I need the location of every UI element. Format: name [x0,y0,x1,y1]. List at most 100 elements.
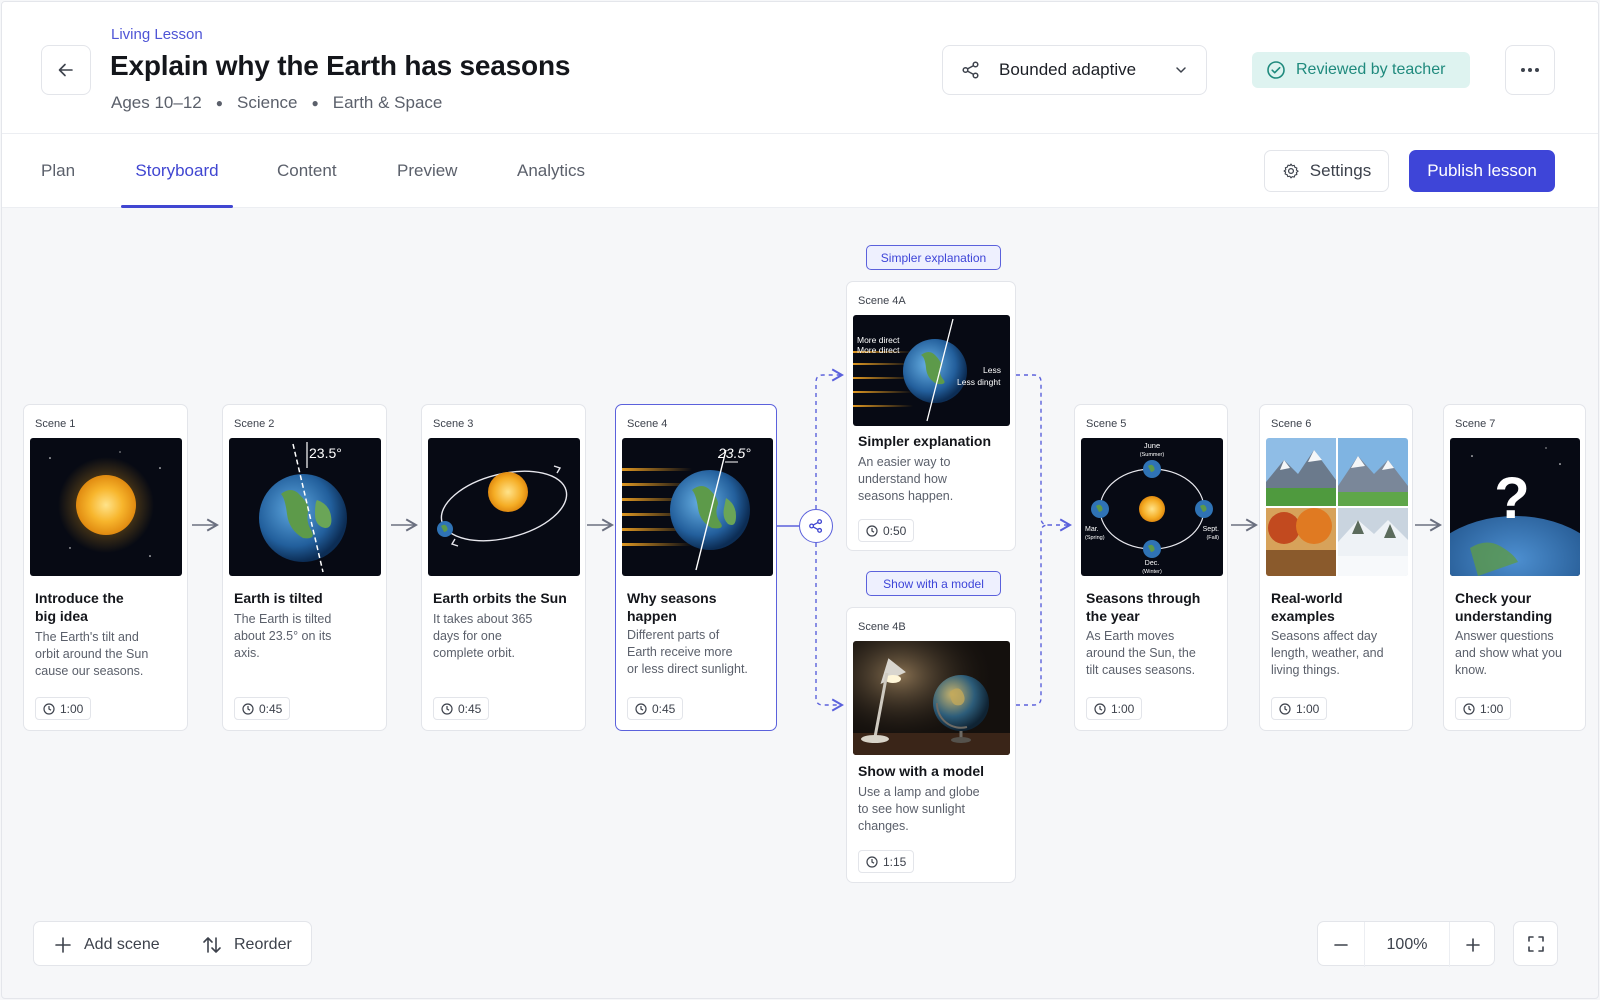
back-button[interactable] [41,45,91,95]
scene-label: Scene 1 [35,418,76,430]
more-horizontal-icon [1521,68,1539,72]
scene-title: Introduce the big idea [35,590,124,624]
scene-duration: 0:50 [858,519,915,542]
mode-value: Bounded adaptive [999,60,1137,79]
sunlight-earth-thumbnail: 23.5° [622,438,773,576]
app-window: Living Lesson Explain why the Earth has … [1,1,1599,999]
scene-label: Scene 2 [234,418,275,430]
publish-lesson-button[interactable]: Publish lesson [1409,150,1555,192]
scene-duration: 1:00 [1271,697,1328,720]
review-status-badge: Reviewed by teacher [1252,52,1470,88]
branch-label-simpler[interactable]: Simpler explanation [866,245,1001,270]
scene-title: Seasons through the year [1086,590,1201,624]
month-label: Dec. [1145,560,1159,567]
plus-icon [1466,937,1480,952]
sun-thumbnail [30,438,182,576]
scene-label: Scene 4A [858,295,906,307]
branch-label-model[interactable]: Show with a model [866,571,1001,596]
tab-preview[interactable]: Preview [386,134,468,208]
scene-description: Answer questions and show what you know. [1455,629,1563,677]
clock-icon [43,702,55,715]
scene-description: Seasons affect day length, weather, and li… [1271,629,1384,677]
more-options-button[interactable] [1505,45,1555,95]
scene-card-7[interactable]: Scene 7 ? Check your understanding Answer… [1443,404,1586,731]
clock-icon [1279,702,1291,715]
month-label: Sept. [1203,526,1219,533]
scene-card-5[interactable]: Scene 5 June (Summer) Mar. (Spring) Sept… [1074,404,1228,731]
clock-icon [441,702,453,715]
scene-duration: 1:00 [1086,697,1143,720]
scene-duration: 0:45 [627,697,684,720]
month-label: Mar. [1085,526,1099,533]
scene-duration: 0:45 [433,697,490,720]
scene-label: Scene 6 [1271,418,1312,430]
scene-card-4b[interactable]: Scene 4B Show with a model Use a lamp an… [846,607,1016,883]
scene-description: As Earth moves around the Sun, the tilt ca… [1086,629,1196,677]
tilt-angle-label: 23.5° [717,445,751,461]
storyboard-toolbar: Add scene Reorder [33,921,312,966]
scene-label: Scene 5 [1086,418,1127,430]
direct-light-thumbnail: More direct More direct Less Less dinght [853,315,1010,426]
clock-icon [1463,702,1475,715]
orbit-thumbnail [428,438,580,576]
tab-plan[interactable]: Plan [30,134,86,208]
zoom-level: 100% [1364,922,1450,967]
chevron-down-icon [1176,67,1186,73]
scene-duration: 0:45 [234,697,291,720]
scene-card-3[interactable]: Scene 3 Earth orbits the Sun It takes ab… [421,404,586,731]
scene-card-4a[interactable]: Scene 4A More direct More direct Less Le… [846,281,1016,551]
scene-card-4[interactable]: Scene 4 23.5° Why seasons happen Differe… [615,404,777,731]
zoom-controls: 100% [1317,921,1496,967]
clock-icon [866,855,878,868]
add-scene-button[interactable]: Add scene [54,922,160,967]
scene-title: Show with a model [858,763,985,779]
reorder-button[interactable]: Reorder [202,922,292,967]
scene-title: Earth is tilted [234,590,323,606]
scene-title: Earth orbits the Sun [433,590,567,606]
light-label: More direct [857,335,900,345]
tab-analytics[interactable]: Analytics [506,134,596,208]
season-label: (Spring) [1085,535,1105,541]
tab-content[interactable]: Content [266,134,348,208]
tab-storyboard[interactable]: Storyboard [121,134,233,208]
settings-button[interactable]: Settings [1264,150,1389,192]
four-seasons-thumbnail [1266,438,1408,576]
scene-duration: 1:00 [1455,697,1512,720]
question-earth-thumbnail: ? [1450,438,1580,576]
lesson-meta: Ages 10–12 ● Science ● Earth & Space [111,93,442,113]
lesson-type-label: Living Lesson [111,26,203,43]
header: Living Lesson Explain why the Earth has … [2,2,1598,134]
scene-card-1[interactable]: Scene 1 Introduce the big idea The Earth… [23,404,188,731]
separator-dot: ● [311,96,319,110]
scene-title: Real-world examples [1271,590,1343,624]
plus-icon [55,936,71,953]
branch-fork-node[interactable] [799,509,833,543]
expand-icon [1527,935,1544,952]
scene-card-2[interactable]: Scene 2 23.5° Earth is tilted The Earth … [222,404,387,731]
subject: Science [237,93,298,112]
fullscreen-button[interactable] [1513,921,1558,966]
zoom-out-button[interactable] [1318,922,1364,967]
light-label: More direct [857,345,900,355]
scene-label: Scene 7 [1455,418,1496,430]
scene-description: The Earth's tilt and orbit around the Sun… [35,630,149,678]
adaptivity-mode-select[interactable]: Bounded adaptive [942,45,1207,95]
scene-card-6[interactable]: Scene 6 Real-world examples Seasons affe… [1259,404,1413,731]
clock-icon [1094,702,1106,715]
season-label: (Winter) [1142,569,1162,575]
scene-label: Scene 3 [433,418,474,430]
zoom-in-button[interactable] [1450,922,1496,967]
month-label: June [1144,441,1160,450]
clock-icon [242,702,254,715]
scene-description: An easier way to understand how seasons ha… [858,455,954,503]
season-label: (Summer) [1140,452,1165,458]
scene-label: Scene 4 [627,418,668,430]
tilt-angle-label: 23.5° [309,445,342,461]
check-circle-icon [1267,61,1285,79]
scene-title: Why seasons happen [627,590,717,624]
light-label: Less dinght [957,377,1001,387]
tilted-earth-thumbnail: 23.5° [229,438,381,576]
review-status-text: Reviewed by teacher [1296,61,1446,78]
season-label: (Fall) [1206,535,1219,541]
minus-icon [1334,943,1348,946]
